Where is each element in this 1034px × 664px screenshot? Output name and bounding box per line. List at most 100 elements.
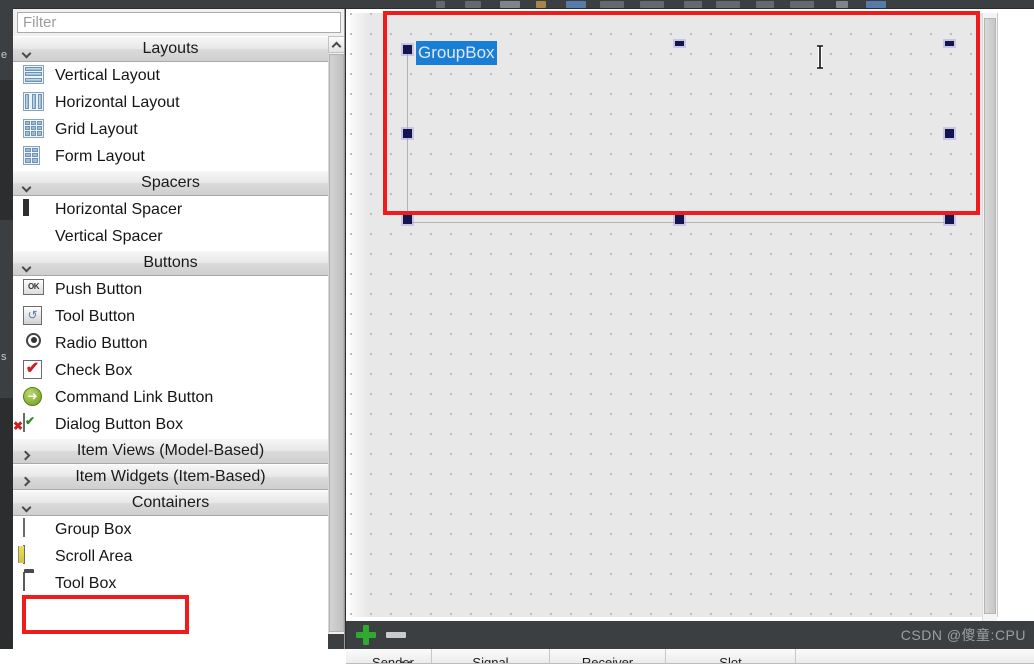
command-link-button-icon: ➜ [23, 386, 47, 409]
group-box-title-editor[interactable]: GroupBox [416, 41, 497, 65]
left-vertical-tab-lower[interactable]: s [1, 352, 13, 363]
buddy-icon[interactable] [566, 1, 586, 8]
chevron-down-icon [22, 179, 31, 197]
widget-item-label: Horizontal Layout [55, 93, 180, 111]
resize-handle-top-left[interactable] [403, 45, 412, 54]
remove-button[interactable] [386, 632, 406, 638]
horizontal-spacer-icon [23, 198, 47, 221]
scrollbar-thumb[interactable] [329, 54, 344, 632]
widget-item-label: Vertical Spacer [55, 227, 163, 245]
section-header-item-views[interactable]: Item Views (Model-Based) [13, 438, 328, 464]
table-column-signal[interactable]: Signal [432, 649, 550, 664]
table-column-sender[interactable]: Sender [346, 649, 432, 664]
resize-handle-bottom-left[interactable] [403, 215, 412, 224]
widget-item-label: Scroll Area [55, 547, 133, 565]
section-header-layouts[interactable]: Layouts [13, 36, 328, 62]
widget-list[interactable]: Layouts Vertical Layout Horizontal Layou… [13, 36, 344, 664]
canvas-vertical-scrollbar[interactable] [982, 13, 997, 621]
preview-icon[interactable] [836, 1, 848, 8]
widget-item-group-box[interactable]: Group Box [13, 516, 328, 543]
search-input[interactable] [17, 12, 341, 33]
widget-item-horizontal-spacer[interactable]: Horizontal Spacer [13, 196, 328, 223]
widget-item-label: Group Box [55, 520, 132, 538]
widget-item-vertical-spacer[interactable]: Vertical Spacer [13, 223, 328, 250]
widget-item-tool-button[interactable]: ↺ Tool Button [13, 303, 328, 330]
chevron-up-icon[interactable] [328, 36, 344, 53]
widget-item-label: Horizontal Spacer [55, 200, 183, 218]
canvas-scrollbar-thumb[interactable] [984, 18, 996, 614]
column-header-label: Signal [472, 655, 509, 664]
widget-item-grid-layout[interactable]: Grid Layout [13, 116, 328, 143]
section-header-spacers[interactable]: Spacers [13, 170, 328, 196]
left-strip-segment-lower [0, 398, 13, 664]
widget-item-label: Push Button [55, 280, 143, 298]
section-title-item-widgets: Item Widgets (Item-Based) [75, 468, 266, 485]
vertical-spacer-icon [23, 226, 47, 248]
widget-item-label: Dialog Button Box [55, 415, 184, 433]
widget-item-radio-button[interactable]: Radio Button [13, 330, 328, 357]
widget-item-form-layout[interactable]: Form Layout [13, 143, 328, 170]
signal-slot-icon[interactable] [536, 1, 546, 8]
widget-box-scrollbar[interactable] [328, 36, 344, 664]
chevron-down-icon [22, 499, 31, 517]
check-box-icon-glyph: ✔ [23, 359, 42, 379]
column-header-label: Slot [719, 655, 742, 664]
tool-box-icon [23, 571, 47, 595]
widget-item-vertical-layout[interactable]: Vertical Layout [13, 62, 328, 89]
left-strip-segment-upper [0, 80, 13, 220]
top-toolbar[interactable] [0, 0, 1034, 9]
widget-item-label: Command Link Button [55, 388, 214, 406]
break-layout-icon[interactable] [640, 1, 664, 8]
chevron-down-icon [22, 45, 31, 63]
section-header-buttons[interactable]: Buttons [13, 250, 328, 276]
section-header-item-widgets[interactable]: Item Widgets (Item-Based) [13, 464, 328, 490]
undo-icon[interactable] [436, 1, 445, 8]
form-layout-icon [23, 145, 47, 168]
widget-item-label: Radio Button [55, 334, 148, 352]
widget-item-scroll-area[interactable]: Scroll Area [13, 543, 328, 570]
resize-handle-middle-left[interactable] [403, 129, 412, 138]
split-h-icon[interactable] [790, 1, 814, 8]
table-column-filler [796, 649, 1034, 664]
group-box-widget[interactable]: GroupBox [403, 41, 955, 224]
form-sheet[interactable]: GroupBox [350, 13, 998, 621]
widget-item-tool-box[interactable]: Tool Box [13, 570, 328, 597]
resize-handle-top-center[interactable] [675, 41, 684, 46]
left-vertical-tab-strip[interactable]: e s [0, 0, 13, 664]
left-vertical-tab-upper[interactable]: e [1, 50, 13, 61]
section-header-containers[interactable]: Containers [13, 490, 328, 516]
add-button[interactable] [356, 625, 376, 645]
signal-slot-table-header[interactable]: Sender Signal Receiver Slot [346, 649, 1034, 664]
tab-order-icon[interactable] [600, 1, 624, 8]
table-column-slot[interactable]: Slot [666, 649, 796, 664]
resize-handle-bottom-right[interactable] [945, 215, 954, 224]
widget-item-check-box[interactable]: ✔ Check Box [13, 357, 328, 384]
watermark-text: CSDN @傻童:CPU [900, 627, 1026, 643]
zoom-icon[interactable] [866, 1, 886, 8]
scroll-area-icon [23, 544, 47, 568]
form-layout-toolbar-icon[interactable] [756, 1, 774, 8]
app-root: e s Layouts Vertical Layout [0, 0, 1034, 664]
push-button-icon: OK [23, 278, 47, 301]
widget-item-push-button[interactable]: OK Push Button [13, 276, 328, 303]
adjust-size-icon[interactable] [684, 1, 702, 8]
table-column-receiver[interactable]: Receiver [550, 649, 666, 664]
grid-layout-toolbar-icon[interactable] [716, 1, 740, 8]
chevron-right-icon [22, 473, 31, 491]
widget-item-command-link-button[interactable]: ➜ Command Link Button [13, 384, 328, 411]
filter-row [13, 9, 344, 36]
widget-item-dialog-button-box[interactable]: ✔ ✖ Dialog Button Box [13, 411, 328, 438]
resize-handle-middle-right[interactable] [945, 129, 954, 138]
tool-button-icon: ↺ [23, 305, 47, 328]
widget-item-horizontal-layout[interactable]: Horizontal Layout [13, 89, 328, 116]
column-header-label: Receiver [581, 655, 634, 664]
form-editor-canvas[interactable]: GroupBox [346, 9, 1034, 621]
layout-icon[interactable] [500, 1, 520, 8]
resize-handle-top-right[interactable] [945, 41, 954, 46]
resize-handle-bottom-center[interactable] [675, 215, 684, 224]
dialog-button-box-icon: ✔ ✖ [13, 412, 47, 436]
group-box-frame [407, 49, 955, 223]
redo-icon[interactable] [465, 1, 481, 8]
tool-button-icon-glyph: ↺ [23, 305, 42, 325]
section-title-containers: Containers [131, 494, 210, 511]
